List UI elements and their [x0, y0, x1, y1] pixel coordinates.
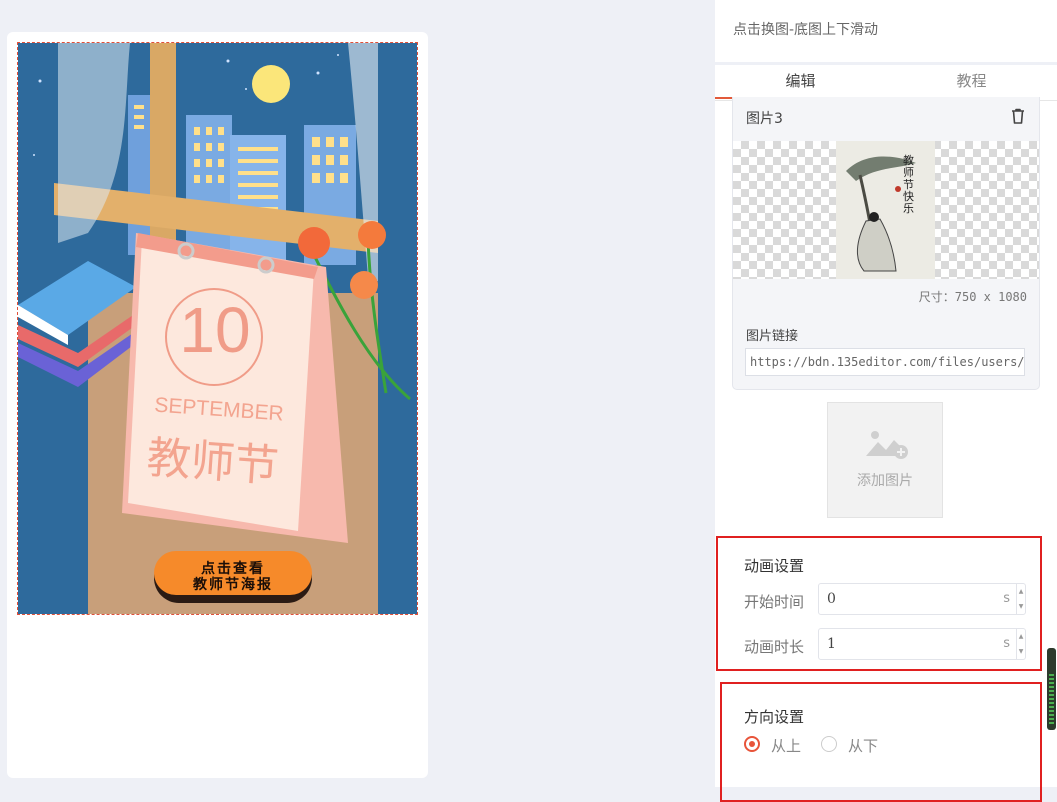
- panel-title: 点击换图-底图上下滑动: [733, 22, 879, 38]
- calendar-festival: 教师节: [145, 432, 281, 493]
- start-time-stepper[interactable]: ▲ ▼: [1016, 584, 1025, 614]
- radio-from-bottom[interactable]: [821, 736, 837, 752]
- duration-unit: s: [1003, 636, 1010, 651]
- add-image-icon: [866, 431, 908, 459]
- direction-settings-highlight: [720, 682, 1042, 802]
- image-size: 尺寸：750 x 1080: [918, 290, 1027, 304]
- image-name: 图片3: [746, 111, 783, 127]
- tab-bar: 编辑 教程: [715, 62, 1057, 101]
- poster-cta-line1: 点击查看: [201, 561, 265, 577]
- add-image-label: 添加图片: [857, 473, 913, 489]
- thumbnail-image: [836, 141, 935, 279]
- add-image-button[interactable]: 添加图片: [827, 402, 943, 518]
- radio-from-top-label[interactable]: 从上: [771, 735, 801, 756]
- calendar-day: 10: [179, 294, 251, 366]
- duration-input[interactable]: 1 s ▲ ▼: [818, 628, 1026, 660]
- thumbnail-title: 教师节快乐: [903, 154, 914, 215]
- duration-value: 1: [827, 636, 836, 652]
- poster-canvas[interactable]: 10 SEPTEMBER 教师节 点击查看 教师节海报: [17, 42, 418, 615]
- start-time-label: 开始时间: [744, 593, 805, 611]
- trash-icon[interactable]: [1009, 107, 1027, 125]
- image-preview[interactable]: 教师节快乐: [733, 141, 1039, 279]
- settings-panel: 点击换图-底图上下滑动 编辑 教程 图片3 教师节快乐 尺寸：750 x 108…: [715, 0, 1057, 802]
- direction-section-title: 方向设置: [744, 708, 805, 726]
- poster-cta-button[interactable]: 点击查看 教师节海报: [154, 555, 312, 595]
- calendar-illustration: [122, 233, 348, 543]
- animation-section-title: 动画设置: [744, 557, 805, 575]
- duration-stepper[interactable]: ▲ ▼: [1016, 629, 1025, 659]
- link-label: 图片链接: [746, 329, 799, 344]
- tab-tutorial[interactable]: 教程: [886, 65, 1057, 99]
- start-time-value: 0: [827, 591, 836, 607]
- duration-label: 动画时长: [744, 638, 805, 656]
- start-time-input[interactable]: 0 s ▲ ▼: [818, 583, 1026, 615]
- radio-from-top[interactable]: [744, 736, 760, 752]
- image-card: 图片3 教师节快乐 尺寸：750 x 1080 图片链接 https://bdn…: [732, 97, 1040, 390]
- radio-from-bottom-label[interactable]: 从下: [848, 735, 878, 756]
- moon-icon: [252, 65, 290, 103]
- panel-scrollbar[interactable]: [1047, 648, 1056, 730]
- poster-cta-line2: 教师节海报: [193, 577, 273, 593]
- start-time-unit: s: [1003, 591, 1010, 606]
- tab-edit[interactable]: 编辑: [715, 65, 886, 99]
- image-link-input[interactable]: https://bdn.135editor.com/files/users/0/: [745, 348, 1025, 376]
